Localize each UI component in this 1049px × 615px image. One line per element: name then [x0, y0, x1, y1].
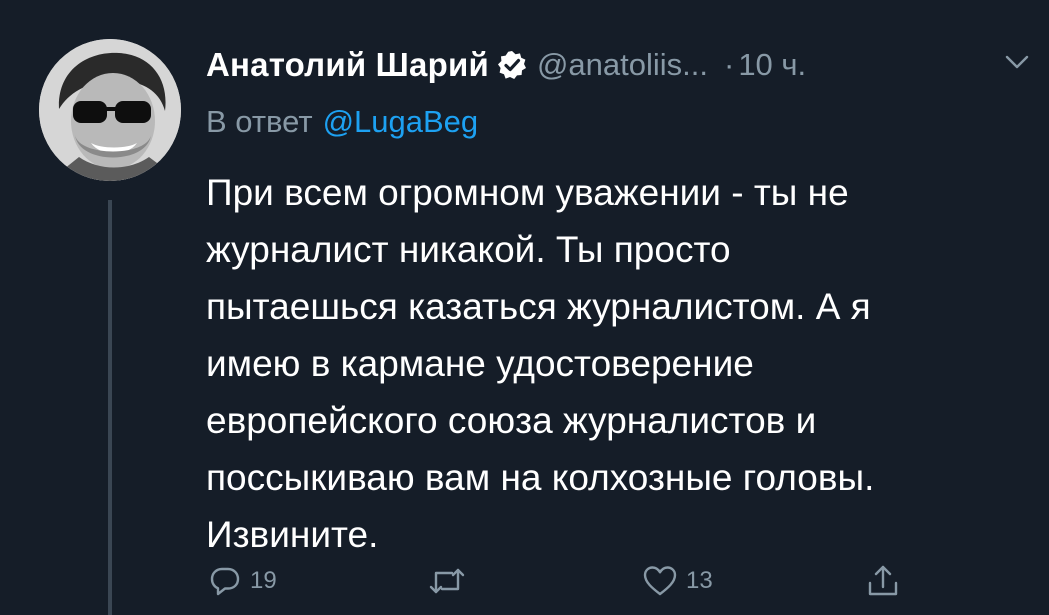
tweet-text-line: журналист никакой. Ты просто [206, 229, 731, 270]
tweet-text-line: пытаешься казаться журналистом. А я [206, 286, 871, 327]
author-name[interactable]: Анатолий Шарий [206, 46, 489, 84]
author-handle[interactable]: @anatoliis... [537, 47, 708, 83]
chevron-down-icon[interactable] [1004, 52, 1030, 72]
tweet-text-line: поссыкиваю вам на колхозные головы. [206, 457, 875, 498]
tweet-timestamp[interactable]: 10 ч. [738, 47, 806, 83]
thread-line [108, 200, 112, 615]
share-icon [866, 563, 900, 599]
tweet-text: При всем огромном уважении - ты не журна… [206, 164, 1026, 563]
reply-button[interactable]: 19 [208, 556, 277, 606]
share-button[interactable] [866, 556, 900, 606]
tweet-header: Анатолий Шарий @anatoliis... · 10 ч. [206, 40, 1036, 90]
retweet-button[interactable] [428, 556, 466, 606]
reply-icon [208, 564, 242, 598]
tweet-actions: 19 13 [206, 556, 926, 606]
tweet-text-line: имею в кармане удостоверение [206, 343, 754, 384]
like-count: 13 [686, 567, 713, 594]
tweet-text-line: европейского союза журналистов и [206, 400, 817, 441]
tweet-text-line: Извините. [206, 514, 379, 555]
heart-icon [642, 564, 678, 598]
reply-context: В ответ @LugaBeg [206, 100, 478, 144]
verified-badge-icon [497, 50, 527, 80]
like-button[interactable]: 13 [642, 556, 713, 606]
avatar[interactable] [39, 39, 181, 181]
retweet-icon [428, 564, 466, 598]
separator-dot: · [723, 47, 735, 82]
tweet-text-line: При всем огромном уважении - ты не [206, 172, 849, 213]
reply-count: 19 [250, 567, 277, 594]
tweet[interactable]: Анатолий Шарий @anatoliis... · 10 ч. В о… [0, 0, 1049, 615]
reply-mention-link[interactable]: @LugaBeg [323, 104, 479, 140]
reply-prefix: В ответ [206, 104, 313, 139]
